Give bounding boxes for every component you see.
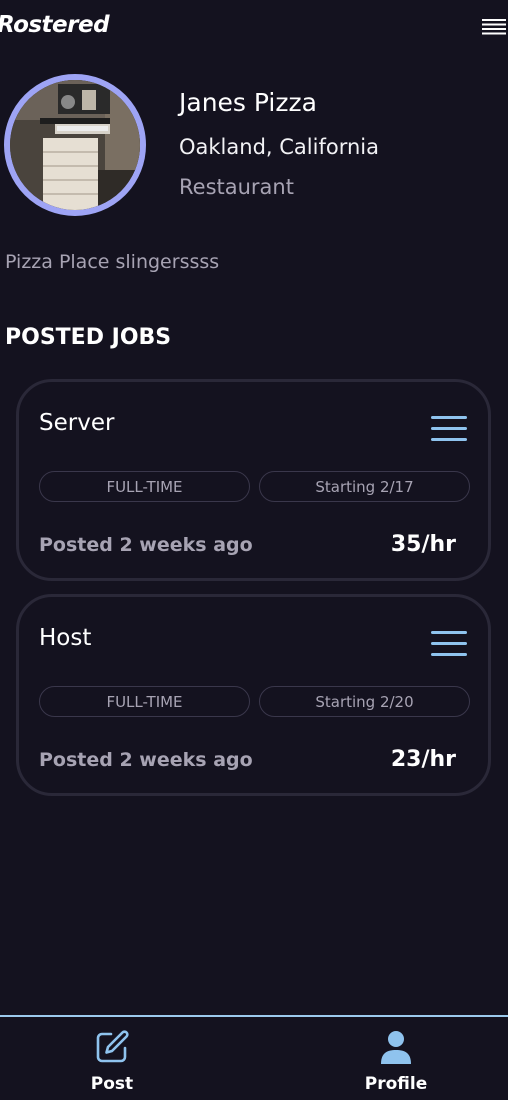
business-name: Janes Pizza [179,88,317,117]
job-card-server[interactable]: Server FULL-TIME Starting 2/17 Posted 2 … [16,379,491,581]
job-pay-rate: 35/hr [390,532,456,557]
avatar-photo [10,80,140,210]
posted-jobs-heading: POSTED JOBS [5,325,172,350]
job-title: Server [39,410,115,436]
business-category: Restaurant [179,175,294,199]
job-pay-rate: 23/hr [390,747,456,772]
user-icon [381,1031,411,1064]
avatar[interactable] [4,74,146,216]
business-bio: Pizza Place slingerssss [5,251,220,273]
bottom-navigation: Post Profile [0,1015,508,1100]
job-type-badge: FULL-TIME [39,471,250,502]
app-logo[interactable]: Rostered [0,12,110,38]
nav-post-button[interactable]: Post [42,1017,182,1100]
app-screen: Rostered Janes Pizza Oakland, California… [0,0,508,1100]
job-start-badge: Starting 2/17 [259,471,470,502]
job-menu-icon[interactable] [431,630,467,658]
job-posted-time: Posted 2 weeks ago [39,749,253,771]
job-card-host[interactable]: Host FULL-TIME Starting 2/20 Posted 2 we… [16,594,491,796]
job-type-badge: FULL-TIME [39,686,250,717]
job-title: Host [39,625,92,651]
job-start-badge: Starting 2/20 [259,686,470,717]
job-posted-time: Posted 2 weeks ago [39,534,253,556]
nav-profile-label: Profile [364,1074,428,1094]
business-location: Oakland, California [179,135,379,159]
job-menu-icon[interactable] [431,415,467,443]
nav-post-label: Post [90,1074,134,1094]
hamburger-menu-icon[interactable] [482,18,506,36]
edit-icon [96,1030,129,1063]
nav-profile-button[interactable]: Profile [326,1017,466,1100]
top-bar: Rostered [0,0,508,56]
